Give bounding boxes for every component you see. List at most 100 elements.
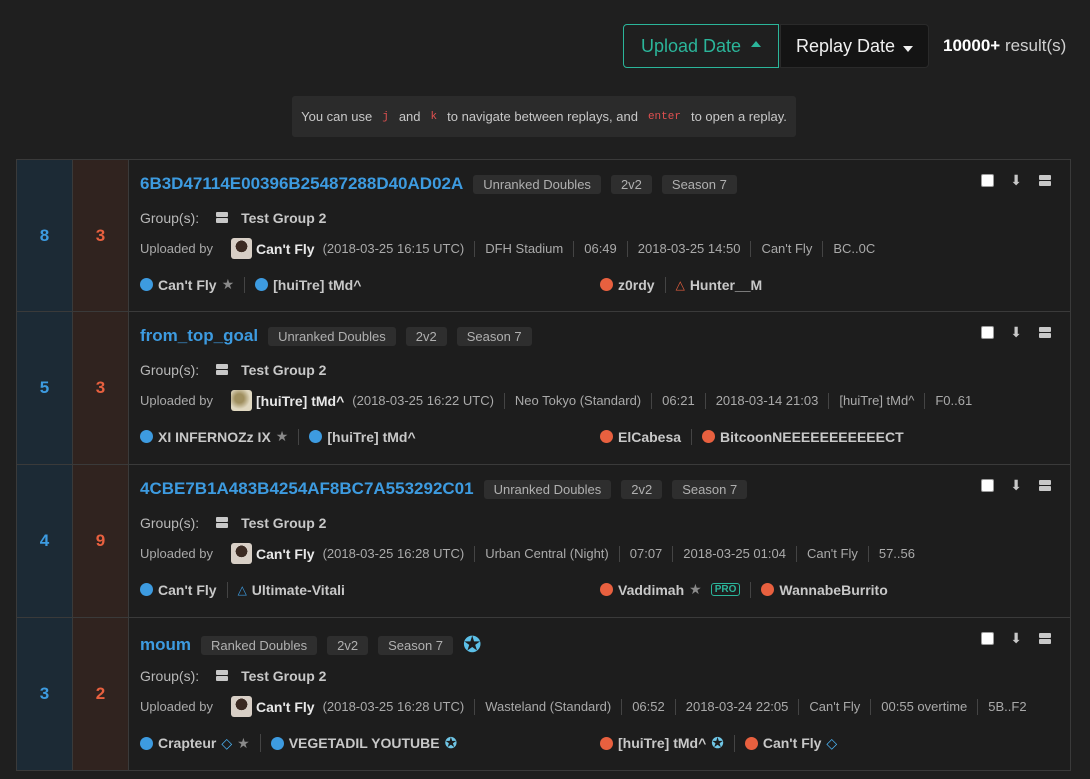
- replay-row[interactable]: 4 9 4CBE7B1A483B4254AF8BC7A553292C01 Unr…: [16, 465, 1071, 618]
- orange-score: 3: [73, 312, 129, 464]
- uploader-link[interactable]: [huiTre] tMd^: [256, 393, 344, 409]
- mode-tag: 2v2: [327, 635, 369, 655]
- add-to-group-icon[interactable]: [1038, 175, 1052, 187]
- player-orange[interactable]: Vaddimah ★ PRO: [600, 581, 750, 598]
- player-name: ElCabesa: [618, 428, 682, 445]
- orange-team: Vaddimah ★ PRO WannabeBurrito: [600, 581, 1060, 598]
- player-blue[interactable]: XI INFERNOZz IX ★: [140, 428, 298, 445]
- player-blue[interactable]: [huiTre] tMd^: [244, 276, 371, 293]
- avatar: [231, 390, 252, 411]
- group-link[interactable]: Test Group 2: [241, 362, 326, 378]
- replay-title-link[interactable]: moum: [140, 635, 191, 655]
- player-orange[interactable]: BitcoonNEEEEEEEEEEECT: [691, 428, 914, 445]
- player-orange[interactable]: ElCabesa: [600, 429, 691, 445]
- group-link[interactable]: Test Group 2: [241, 668, 326, 684]
- download-icon[interactable]: ⬇: [1010, 324, 1022, 341]
- hint-and: and: [398, 109, 421, 124]
- group-label: Group(s):: [140, 362, 200, 378]
- row-actions: ⬇: [981, 172, 1052, 189]
- layers-icon: [215, 364, 229, 376]
- row-actions: ⬇: [981, 324, 1052, 341]
- avatar: [231, 696, 252, 717]
- blue-team: XI INFERNOZz IX ★ [huiTre] tMd^: [140, 428, 600, 445]
- blue-score: 3: [16, 618, 73, 770]
- season-tag: Season 7: [672, 479, 748, 499]
- download-icon[interactable]: ⬇: [1010, 630, 1022, 647]
- replay-card: from_top_goal Unranked Doubles 2v2 Seaso…: [129, 312, 1071, 464]
- diamond-rank-icon: ◇: [221, 734, 233, 751]
- uploaded-by-label: Uploaded by: [140, 546, 213, 561]
- player-blue[interactable]: △ Ultimate-Vitali: [226, 581, 355, 598]
- replay-date: 2018-03-14 21:03: [704, 392, 829, 409]
- replay-row[interactable]: 5 3 from_top_goal Unranked Doubles 2v2 S…: [16, 312, 1071, 465]
- star-icon: ★: [275, 428, 289, 444]
- replay-id-short: F0..61: [924, 392, 982, 409]
- uploader-link[interactable]: Can't Fly: [256, 241, 315, 257]
- playlist-tag: Ranked Doubles: [201, 635, 318, 655]
- replay-title-link[interactable]: 6B3D47114E00396B25487288D40AD02A: [140, 174, 463, 194]
- player-orange[interactable]: Can't Fly ◇: [733, 734, 847, 752]
- hint-suffix: to open a replay.: [690, 109, 787, 124]
- map-name: Urban Central (Night): [474, 545, 619, 562]
- upload-time: (2018-03-25 16:22 UTC): [352, 393, 494, 408]
- download-icon[interactable]: ⬇: [1010, 477, 1022, 494]
- map-name: Wasteland (Standard): [474, 698, 621, 715]
- hint-key-j: j: [382, 110, 389, 123]
- select-checkbox[interactable]: [981, 632, 995, 645]
- upload-date-sort-button[interactable]: Upload Date: [623, 24, 779, 68]
- diamond-rank-icon: ◇: [826, 734, 838, 751]
- player-orange[interactable]: z0rdy: [600, 277, 665, 293]
- uploader-link[interactable]: Can't Fly: [256, 699, 315, 715]
- add-to-group-icon[interactable]: [1038, 480, 1052, 492]
- replay-card: moum Ranked Doubles 2v2 Season 7 ✪ ⬇ Gro…: [129, 618, 1071, 770]
- replay-id-short: BC..0C: [822, 240, 885, 257]
- add-to-group-icon[interactable]: [1038, 633, 1052, 645]
- player-orange[interactable]: [huiTre] tMd^ ✪: [600, 734, 734, 752]
- replay-title-link[interactable]: 4CBE7B1A483B4254AF8BC7A553292C01: [140, 479, 474, 499]
- player-name: [huiTre] tMd^: [618, 735, 707, 751]
- mode-tag: 2v2: [621, 479, 663, 499]
- playlist-tag: Unranked Doubles: [268, 326, 396, 346]
- player-blue[interactable]: Can't Fly: [140, 582, 227, 598]
- group-link[interactable]: Test Group 2: [241, 515, 326, 531]
- player-blue[interactable]: Crapteur ◇ ★: [140, 735, 260, 752]
- select-checkbox[interactable]: [981, 326, 995, 339]
- uploader-link[interactable]: Can't Fly: [256, 546, 315, 562]
- player-orange[interactable]: WannabeBurrito: [750, 581, 897, 598]
- group-link[interactable]: Test Group 2: [241, 210, 326, 226]
- steam-icon: [600, 736, 613, 750]
- layers-icon: [215, 670, 229, 682]
- player-name: BitcoonNEEEEEEEEEEECT: [720, 428, 904, 445]
- player-blue[interactable]: Can't Fly ★: [140, 276, 244, 293]
- select-checkbox[interactable]: [981, 174, 995, 187]
- steam-icon: [140, 278, 153, 291]
- blue-score: 8: [16, 160, 73, 311]
- upload-time: (2018-03-25 16:15 UTC): [322, 241, 465, 256]
- player-blue[interactable]: VEGETADIL YOUTUBE ✪: [259, 734, 468, 752]
- duration: 06:49: [573, 240, 627, 257]
- download-icon[interactable]: ⬇: [1010, 172, 1022, 189]
- group-label: Group(s):: [140, 515, 200, 531]
- hint-key-k: k: [430, 110, 438, 123]
- add-to-group-icon[interactable]: [1038, 327, 1052, 339]
- replay-date: 2018-03-25 01:04: [672, 545, 796, 562]
- player-blue[interactable]: [huiTre] tMd^: [298, 428, 425, 445]
- uploaded-by-label: Uploaded by: [140, 393, 213, 408]
- replay-date-sort-button[interactable]: Replay Date: [780, 24, 929, 68]
- steam-icon: [600, 278, 613, 291]
- blue-team: Can't Fly △ Ultimate-Vitali: [140, 581, 600, 598]
- replay-row[interactable]: 3 2 moum Ranked Doubles 2v2 Season 7 ✪ ⬇…: [16, 618, 1071, 771]
- star-icon: ★: [221, 276, 235, 292]
- replay-id-short: 57..56: [867, 545, 925, 562]
- player-name: WannabeBurrito: [779, 581, 888, 598]
- season-tag: Season 7: [661, 174, 737, 194]
- select-checkbox[interactable]: [981, 479, 995, 492]
- steam-icon: [140, 583, 153, 596]
- duration: 06:21: [651, 392, 705, 409]
- keyboard-hint: You can use j and k to navigate between …: [292, 96, 796, 137]
- player-orange[interactable]: △ Hunter__M: [664, 276, 773, 293]
- caret-down-icon: [903, 46, 914, 52]
- replay-title-link[interactable]: from_top_goal: [140, 326, 258, 346]
- replay-id-short: 5B..F2: [977, 698, 1036, 715]
- replay-row[interactable]: 8 3 6B3D47114E00396B25487288D40AD02A Unr…: [16, 159, 1071, 312]
